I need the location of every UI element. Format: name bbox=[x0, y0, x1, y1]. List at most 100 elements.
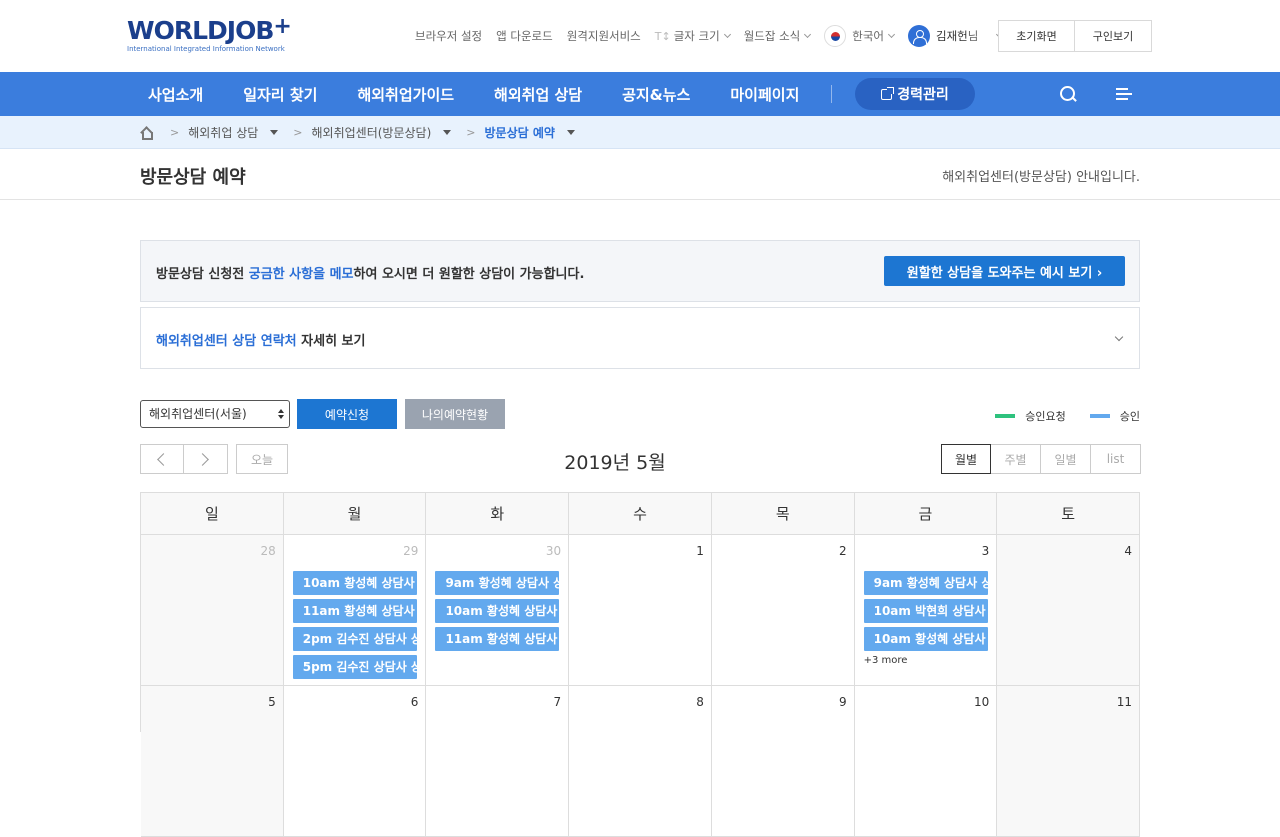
nav-item-mypage[interactable]: 마이페이지 bbox=[730, 84, 799, 105]
user-name: 김재헌 bbox=[936, 29, 968, 43]
font-size-icon: T↕ bbox=[654, 29, 671, 43]
day-number: 1 bbox=[696, 544, 704, 558]
worldjob-logo[interactable]: WORLDJOB+ International Integrated Infor… bbox=[127, 14, 292, 53]
korea-flag-icon bbox=[824, 25, 847, 47]
day-cell[interactable]: 3 9am 황성혜 상담사 상담 10am 박현희 상담사 상담 10am 황성… bbox=[854, 535, 998, 686]
external-link-icon bbox=[881, 86, 895, 100]
legend-swatch-pending bbox=[995, 414, 1016, 418]
title-divider bbox=[0, 199, 1280, 200]
notice-box: 방문상담 신청전 궁금한 사항을 메모하여 오시면 더 원할한 상담이 가능합니… bbox=[140, 240, 1140, 302]
day-cell[interactable]: 11 bbox=[997, 686, 1141, 837]
contact-accordion[interactable]: 해외취업센터 상담 연락처 자세히 보기 bbox=[140, 307, 1140, 369]
select-down-arrow-icon bbox=[278, 415, 284, 419]
breadcrumb-item-center[interactable]: 해외취업센터(방문상담) bbox=[312, 124, 432, 141]
day-number: 8 bbox=[696, 695, 704, 709]
browser-settings-link[interactable]: 브라우저 설정 bbox=[415, 28, 482, 44]
home-icon[interactable] bbox=[140, 127, 153, 140]
font-size-dropdown[interactable]: T↕ 글자 크기 bbox=[654, 28, 731, 44]
page-title: 방문상담 예약 bbox=[140, 167, 246, 188]
dropdown-triangle-icon[interactable] bbox=[566, 130, 575, 135]
search-icon[interactable] bbox=[1060, 86, 1075, 101]
calendar-event[interactable]: 9am 황성혜 상담사 상담 bbox=[863, 571, 988, 595]
view-switcher: 월별 주별 일별 list bbox=[941, 444, 1141, 474]
center-select-value: 해외취업센터(서울) bbox=[149, 407, 247, 421]
career-label: 경력관리 bbox=[897, 87, 949, 103]
contact-text-rest: 자세히 보기 bbox=[296, 334, 366, 349]
more-events-link[interactable]: +3 more bbox=[864, 655, 908, 666]
legend: 승인요청 승인 bbox=[995, 408, 1140, 424]
view-week-button[interactable]: 주별 bbox=[991, 444, 1041, 474]
day-cell[interactable]: 5 bbox=[141, 686, 284, 837]
day-cell[interactable]: 6 bbox=[283, 686, 427, 837]
nav-item-about[interactable]: 사업소개 bbox=[148, 84, 203, 105]
nav-item-consult[interactable]: 해외취업 상담 bbox=[494, 84, 582, 105]
select-up-arrow-icon bbox=[278, 409, 284, 413]
reset-home-button[interactable]: 초기화면 bbox=[998, 20, 1075, 52]
day-cell[interactable]: 8 bbox=[569, 686, 712, 837]
contact-text: 해외취업센터 상담 연락처 자세히 보기 bbox=[156, 330, 365, 349]
chevron-down-icon bbox=[804, 30, 812, 38]
news-dropdown[interactable]: 월드잡 소식 bbox=[743, 28, 812, 44]
calendar-event[interactable]: 5pm 김수진 상담사 상담 bbox=[292, 655, 417, 679]
view-day-button[interactable]: 일별 bbox=[1041, 444, 1091, 474]
view-month-button[interactable]: 월별 bbox=[941, 444, 991, 474]
calendar-event[interactable]: 10am 황성혜 상담사 상담 bbox=[863, 627, 988, 651]
nav-item-guide[interactable]: 해외취업가이드 bbox=[357, 84, 454, 105]
nav-item-job-search[interactable]: 일자리 찾기 bbox=[243, 84, 317, 105]
day-number: 5 bbox=[268, 695, 276, 709]
day-number: 28 bbox=[260, 544, 276, 558]
calendar-grid: 일 월 화 수 목 금 토 28 29 10am 황성혜 상담사 상담 11am… bbox=[140, 492, 1141, 837]
day-number: 9 bbox=[838, 695, 847, 709]
reserve-button[interactable]: 예약신청 bbox=[297, 399, 397, 429]
dropdown-triangle-icon[interactable] bbox=[443, 130, 452, 135]
calendar-event[interactable]: 2pm 김수진 상담사 상담 bbox=[292, 627, 417, 651]
dropdown-triangle-icon[interactable] bbox=[270, 130, 279, 135]
notice-text: 방문상담 신청전 궁금한 사항을 메모하여 오시면 더 원할한 상담이 가능합니… bbox=[156, 263, 584, 282]
center-select[interactable]: 해외취업센터(서울) bbox=[140, 400, 290, 428]
day-cell[interactable]: 2 bbox=[711, 535, 855, 686]
day-cell[interactable]: 7 bbox=[426, 686, 570, 837]
day-cell[interactable]: 29 10am 황성혜 상담사 상담 11am 황성혜 상담사 상담 2pm 김… bbox=[283, 535, 427, 686]
nav-divider bbox=[831, 85, 832, 103]
view-jobs-button[interactable]: 구인보기 bbox=[1075, 20, 1152, 52]
calendar-event[interactable]: 11am 황성혜 상담사 상담 bbox=[292, 599, 417, 623]
my-reservations-button[interactable]: 나의예약현황 bbox=[405, 399, 505, 429]
hamburger-menu-icon[interactable] bbox=[1116, 88, 1132, 100]
user-icon bbox=[908, 25, 930, 47]
day-cell[interactable]: 30 9am 황성혜 상담사 상담 10am 황성혜 상담사 상담 11am 황… bbox=[426, 535, 570, 686]
calendar-event[interactable]: 11am 황성혜 상담사 상담 bbox=[435, 627, 560, 651]
breadcrumb-separator-icon: > bbox=[293, 126, 303, 139]
chevron-down-icon bbox=[723, 30, 731, 38]
weekday-wed: 수 bbox=[569, 493, 712, 535]
view-list-button[interactable]: list bbox=[1091, 444, 1141, 474]
language-label: 한국어 bbox=[852, 29, 884, 43]
calendar-event[interactable]: 10am 황성혜 상담사 상담 bbox=[292, 571, 417, 595]
weekday-sun: 일 bbox=[141, 493, 284, 535]
remote-support-link[interactable]: 원격지원서비스 bbox=[567, 28, 641, 44]
view-example-button[interactable]: 원할한 상담을 도와주는 예시 보기 › bbox=[884, 256, 1125, 286]
user-menu[interactable]: 김재헌 님 bbox=[908, 25, 1004, 47]
day-cell[interactable]: 28 bbox=[141, 535, 284, 686]
breadcrumb-separator-icon: > bbox=[170, 126, 180, 139]
day-cell[interactable]: 1 bbox=[569, 535, 712, 686]
nav-item-news[interactable]: 공지&뉴스 bbox=[622, 84, 690, 105]
calendar-event[interactable]: 9am 황성혜 상담사 상담 bbox=[435, 571, 560, 595]
weekday-thu: 목 bbox=[711, 493, 855, 535]
breadcrumb-separator-icon: > bbox=[466, 126, 476, 139]
breadcrumb-item-consult[interactable]: 해외취업 상담 bbox=[188, 124, 258, 141]
logo-subtitle: International Integrated Information Net… bbox=[127, 45, 285, 53]
logo-plus: + bbox=[273, 14, 291, 39]
news-label: 월드잡 소식 bbox=[743, 29, 801, 43]
user-suffix: 님 bbox=[967, 29, 979, 43]
day-cell[interactable]: 4 bbox=[997, 535, 1141, 686]
breadcrumb: > 해외취업 상담 > 해외취업센터(방문상담) > 방문상담 예약 bbox=[0, 116, 1280, 149]
day-cell[interactable]: 9 bbox=[711, 686, 855, 837]
calendar-event[interactable]: 10am 황성혜 상담사 상담 bbox=[435, 599, 560, 623]
legend-label-pending: 승인요청 bbox=[1025, 410, 1066, 423]
app-download-link[interactable]: 앱 다운로드 bbox=[496, 28, 553, 44]
breadcrumb-item-current[interactable]: 방문상담 예약 bbox=[484, 124, 554, 141]
calendar-event[interactable]: 10am 박현희 상담사 상담 bbox=[863, 599, 988, 623]
day-cell[interactable]: 10 bbox=[854, 686, 998, 837]
career-manage-button[interactable]: 경력관리 bbox=[855, 78, 975, 110]
language-dropdown[interactable]: 한국어 bbox=[824, 25, 896, 47]
